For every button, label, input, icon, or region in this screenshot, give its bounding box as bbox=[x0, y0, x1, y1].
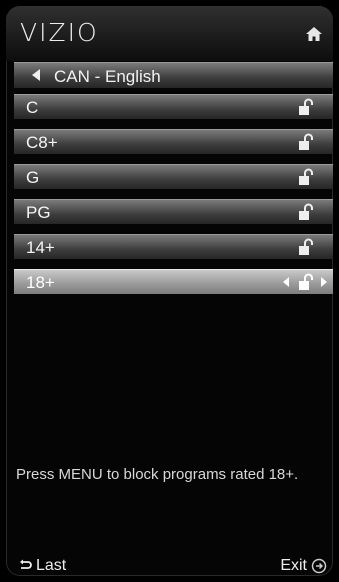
rating-row-g[interactable]: G bbox=[14, 164, 333, 189]
tv-menu-panel: VIZIO CAN - English C C8+ G PG 14+ 18+ P… bbox=[6, 6, 333, 576]
arrow-left-icon[interactable] bbox=[32, 69, 40, 81]
rating-label: 14+ bbox=[26, 238, 55, 257]
unlock-icon bbox=[299, 133, 313, 150]
rating-label: 18+ bbox=[26, 273, 55, 292]
rating-row-14[interactable]: 14+ bbox=[14, 234, 333, 259]
back-arrow-icon bbox=[20, 559, 32, 569]
exit-icon bbox=[311, 558, 327, 574]
rating-label: G bbox=[26, 168, 40, 187]
unlock-icon bbox=[299, 168, 313, 185]
rating-label: PG bbox=[26, 203, 51, 222]
rating-row-pg[interactable]: PG bbox=[14, 199, 333, 224]
rating-row-18-selected[interactable]: 18+ bbox=[14, 269, 333, 294]
unlock-icon bbox=[299, 98, 313, 115]
help-text: Press MENU to block programs rated 18+. bbox=[16, 466, 299, 483]
unlock-icon bbox=[299, 203, 313, 220]
language-value: CAN - English bbox=[54, 67, 161, 86]
unlock-icon bbox=[299, 273, 313, 290]
footer-bar: Last Exit bbox=[6, 551, 333, 576]
arrow-right-icon[interactable] bbox=[321, 277, 327, 287]
arrow-left-icon[interactable] bbox=[283, 277, 289, 287]
exit-button[interactable]: Exit bbox=[280, 557, 327, 575]
unlock-icon bbox=[299, 238, 313, 255]
rating-label: C8+ bbox=[26, 133, 58, 152]
rating-label: C bbox=[26, 98, 39, 117]
last-label: Last bbox=[36, 557, 67, 574]
rating-row-c[interactable]: C bbox=[14, 94, 333, 119]
last-button[interactable]: Last bbox=[18, 557, 66, 575]
home-icon[interactable] bbox=[305, 26, 323, 42]
brand-logo: VIZIO bbox=[20, 18, 99, 47]
rating-row-c8[interactable]: C8+ bbox=[14, 129, 333, 154]
exit-label: Exit bbox=[280, 557, 307, 574]
language-selector[interactable]: CAN - English bbox=[14, 62, 333, 88]
menu-header: VIZIO bbox=[6, 6, 333, 61]
